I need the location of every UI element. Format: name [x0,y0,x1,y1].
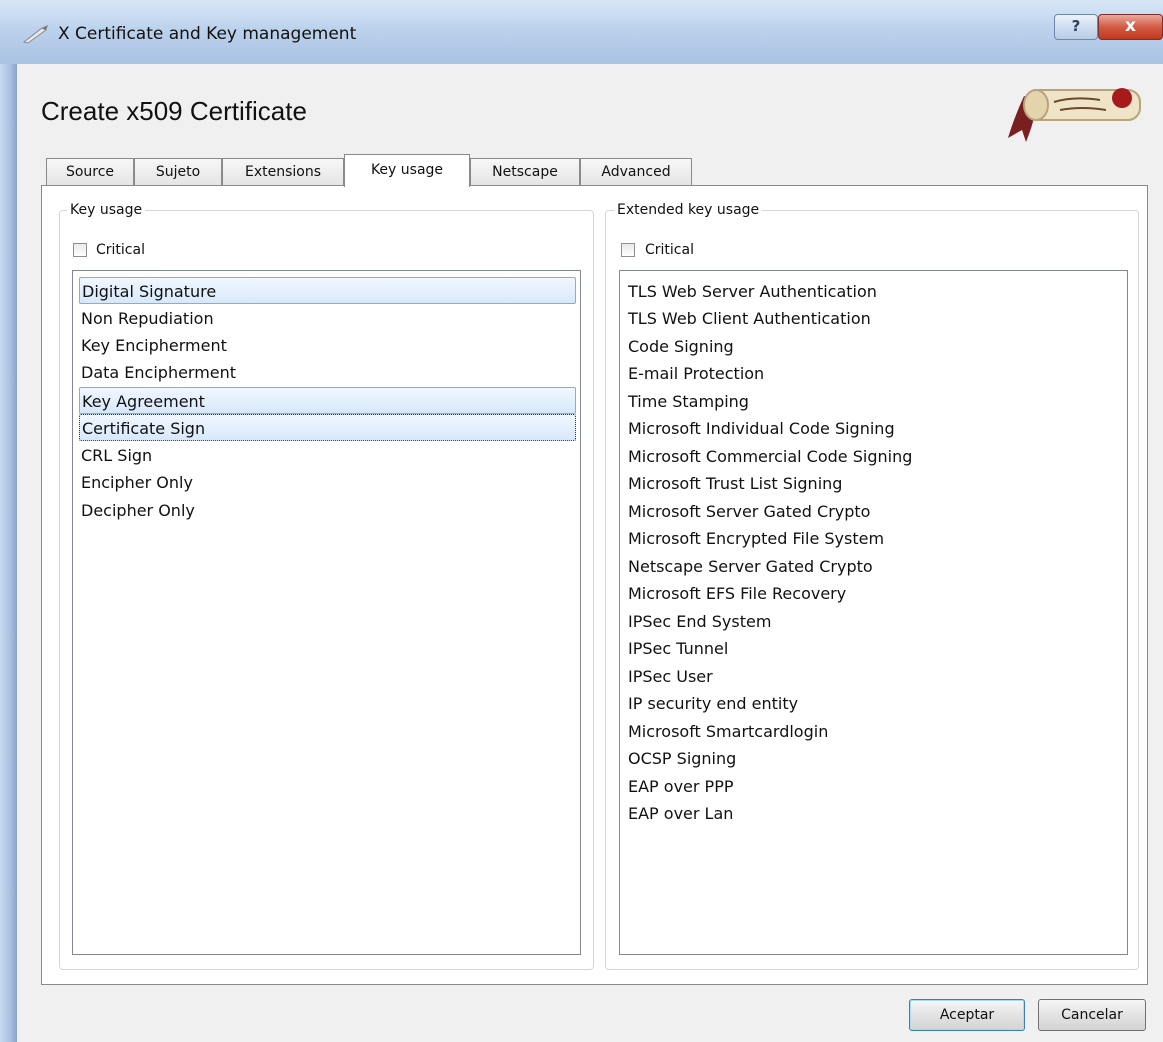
list-item[interactable]: Microsoft Trust List Signing [626,470,842,497]
tab-advanced[interactable]: Advanced [580,158,692,186]
list-item[interactable]: Encipher Only [79,469,193,496]
list-item[interactable]: IP security end entity [626,690,798,717]
key-usage-critical-checkbox[interactable] [73,243,87,257]
tab-extensions[interactable]: Extensions [222,158,344,186]
ok-button[interactable]: Aceptar [909,999,1025,1031]
tab-netscape[interactable]: Netscape [470,158,580,186]
app-icon [22,25,48,44]
list-item[interactable]: Microsoft EFS File Recovery [626,580,846,607]
key-usage-group-title: Key usage [67,202,146,218]
list-item[interactable]: TLS Web Server Authentication [626,278,877,305]
list-item[interactable]: Microsoft Commercial Code Signing [626,443,912,470]
window-frame-left [0,64,16,1042]
close-button[interactable]: x [1098,14,1163,40]
list-item[interactable]: Certificate Sign [79,414,576,441]
list-item[interactable]: IPSec Tunnel [626,635,728,662]
extended-key-usage-critical-label: Critical [645,242,694,258]
list-item[interactable]: TLS Web Client Authentication [626,305,871,332]
list-item[interactable]: IPSec User [626,663,713,690]
list-item[interactable]: Digital Signature [79,277,576,304]
list-item[interactable]: Microsoft Individual Code Signing [626,415,895,442]
list-item[interactable]: Code Signing [626,333,734,360]
list-item[interactable]: Non Repudiation [79,305,214,332]
extended-key-usage-critical-checkbox[interactable] [621,243,635,257]
list-item[interactable]: OCSP Signing [626,745,736,772]
key-usage-critical-label: Critical [96,242,145,258]
list-item[interactable]: CRL Sign [79,442,152,469]
list-item[interactable]: Key Encipherment [79,332,227,359]
list-item[interactable]: IPSec End System [626,608,771,635]
help-button[interactable]: ? [1054,14,1098,40]
tab-sujeto[interactable]: Sujeto [134,158,222,186]
list-item[interactable]: Time Stamping [626,388,749,415]
key-usage-list[interactable]: Digital Signature Non Repudiation Key En… [72,270,581,955]
scroll-seal-logo [1008,88,1141,142]
list-item[interactable]: Microsoft Smartcardlogin [626,718,828,745]
window-title: X Certificate and Key management [58,24,357,44]
dialog-heading: Create x509 Certificate [41,96,307,126]
list-item[interactable]: Netscape Server Gated Crypto [626,553,873,580]
tab-key-usage[interactable]: Key usage [344,154,470,187]
tab-source[interactable]: Source [46,158,134,186]
list-item[interactable]: EAP over Lan [626,800,733,827]
list-item[interactable]: Data Encipherment [79,359,236,386]
title-bar[interactable]: X Certificate and Key management ? x [0,0,1163,64]
extended-key-usage-group-title: Extended key usage [614,202,763,218]
list-item[interactable]: Decipher Only [79,497,195,524]
list-item[interactable]: EAP over PPP [626,773,734,800]
list-item[interactable]: Microsoft Server Gated Crypto [626,498,870,525]
list-item[interactable]: Key Agreement [79,387,576,414]
app-window: X Certificate and Key management ? x Cre… [0,0,1163,1042]
cancel-button[interactable]: Cancelar [1038,999,1146,1031]
extended-key-usage-list[interactable]: TLS Web Server Authentication TLS Web Cl… [619,270,1128,955]
list-item[interactable]: E-mail Protection [626,360,764,387]
list-item[interactable]: Microsoft Encrypted File System [626,525,884,552]
